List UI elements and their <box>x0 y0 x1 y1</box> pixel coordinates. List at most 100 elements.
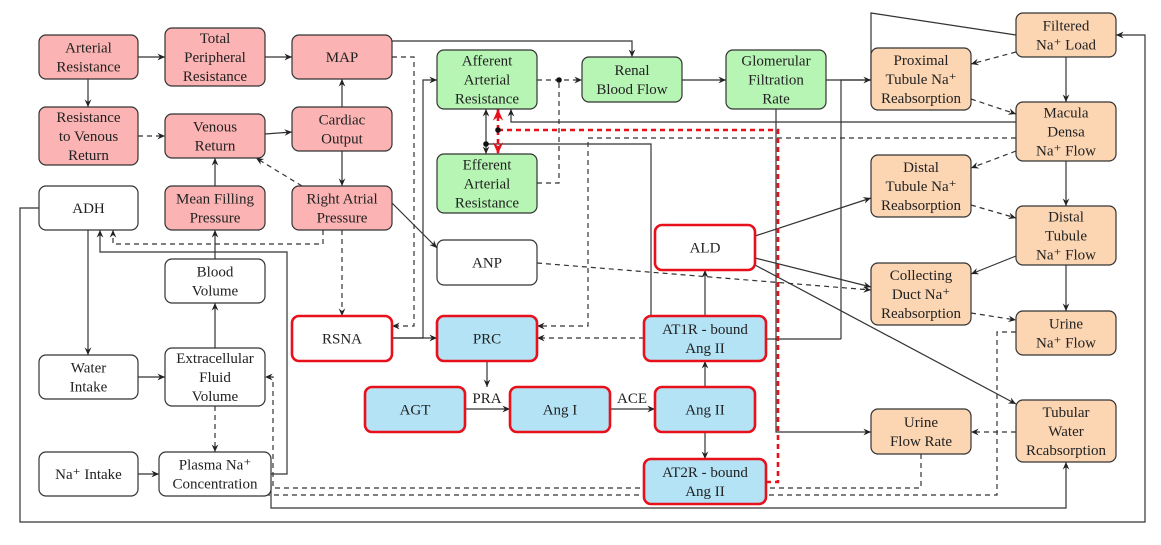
node-ecf-volume: Extracellular Fluid Volume <box>164 347 266 407</box>
node-label: Proximal <box>894 53 949 69</box>
node-urine-na: Urine Na⁺ Flow <box>1015 310 1117 356</box>
node-label: Tubule Na⁺ <box>885 179 956 195</box>
node-adh: ADH <box>38 185 139 231</box>
node-label: Peripheral <box>184 50 246 66</box>
edge-51 <box>970 204 1017 220</box>
edge-47 <box>970 51 1017 66</box>
node-label: Ang II <box>685 484 725 500</box>
edge-33 <box>775 109 871 436</box>
node-label: Efferent <box>463 158 513 174</box>
node-label: to Venous <box>59 129 118 145</box>
node-label: Ang II <box>685 403 725 419</box>
node-label: Urine <box>904 415 938 431</box>
node-ang2: Ang II <box>653 385 757 434</box>
node-label: Duct Na⁺ <box>892 287 950 303</box>
node-ald: ALD <box>653 223 757 272</box>
node-mean-filling-pressure: Mean Filling Pressure <box>164 185 266 231</box>
node-gfr: Glomerular Filtration Rate <box>725 49 827 110</box>
node-na-intake: Na⁺ Intake <box>38 451 139 497</box>
edge-label-ace: ACE <box>617 391 647 407</box>
node-label: RSNA <box>322 332 362 348</box>
edge-label-pra: PRA <box>472 391 501 407</box>
node-label: Rate <box>762 92 790 108</box>
node-filtered-na: Filtered Na⁺ Load <box>1015 12 1117 58</box>
node-water-intake: Water Intake <box>38 354 139 400</box>
node-plasma-na: Plasma Na⁺ Concentration <box>158 451 272 497</box>
junction-dot <box>495 127 501 133</box>
node-label: Urine <box>1049 317 1083 333</box>
edge-17 <box>109 230 324 245</box>
node-label: Na⁺ Intake <box>55 467 122 483</box>
node-label: Arterial <box>65 41 112 57</box>
edge-43 <box>754 257 872 289</box>
node-label: PRC <box>473 332 501 348</box>
node-label: Densa <box>1047 125 1085 141</box>
node-at2r: AT2R - bound Ang II <box>642 457 768 506</box>
node-label: AGT <box>400 403 431 419</box>
node-label: Afferent <box>462 54 513 70</box>
node-label: Distal <box>903 160 939 176</box>
node-label: MAP <box>326 50 359 66</box>
node-label: Water <box>71 361 106 377</box>
edge-54 <box>970 312 1017 323</box>
node-label: Output <box>321 132 364 148</box>
node-label: Plasma Na⁺ <box>179 458 252 474</box>
node-label: Total <box>200 31 231 47</box>
junction-dot <box>556 77 562 83</box>
node-macula-densa: Macula Densa Na⁺ Flow <box>1015 101 1117 162</box>
node-label: Extracellular <box>176 351 253 367</box>
edge-48 <box>970 98 1017 115</box>
node-label: Reabsorption <box>881 306 961 322</box>
node-label: Blood Flow <box>596 82 667 98</box>
node-label: Pressure <box>190 211 241 227</box>
node-label: Macula <box>1044 106 1089 122</box>
node-ang1: Ang I <box>508 385 612 434</box>
node-label: Water <box>1048 424 1083 440</box>
node-label: Return <box>195 139 236 155</box>
node-label: Right Atrial <box>306 192 377 208</box>
node-label: Venous <box>193 120 237 136</box>
node-distal-flow: Distal Tubule Na⁺ Flow <box>1015 205 1117 266</box>
node-agt: AGT <box>363 385 467 434</box>
node-label: ADH <box>72 201 105 217</box>
node-afferent: Afferent Arterial Resistance <box>436 49 538 110</box>
edge-25 <box>537 80 560 184</box>
edge-7 <box>255 157 303 187</box>
edge-49 <box>970 150 1017 169</box>
node-label: Distal <box>1048 210 1084 226</box>
node-label: Na⁺ Flow <box>1036 248 1096 264</box>
node-label: Resistance <box>455 196 519 212</box>
node-label: Ang I <box>543 403 578 419</box>
junction-dot <box>483 141 489 147</box>
node-label: Resistance <box>56 110 120 126</box>
node-label: ANP <box>472 256 502 272</box>
edge-4 <box>264 129 293 136</box>
node-right-atrial-pressure: Right Atrial Pressure <box>291 185 393 231</box>
node-label: Renal <box>615 63 650 79</box>
node-at1r: AT1R - bound Ang II <box>642 314 768 363</box>
node-label: Tubule Na⁺ <box>885 72 956 88</box>
node-label: Na⁺ Load <box>1036 38 1096 54</box>
edge-29 <box>507 109 1016 123</box>
node-label: Return <box>68 148 109 164</box>
node-label: Arterial <box>464 73 511 89</box>
node-label: Ang II <box>685 341 725 357</box>
node-renal-blood-flow: Renal Blood Flow <box>581 56 683 103</box>
node-arterial-resistance: Arterial Resistance <box>38 34 139 80</box>
node-label: Rcabsorption <box>1026 443 1106 459</box>
node-tubular-water: Tubular Water Rcabsorption <box>1015 399 1117 463</box>
node-label: Mean Filling <box>176 192 254 208</box>
node-efferent: Efferent Arterial Resistance <box>436 153 538 214</box>
node-label: Tubular <box>1043 405 1090 421</box>
edge-52 <box>970 255 1017 275</box>
node-label: Concentration <box>173 477 258 493</box>
physiology-flow-diagram: Arterial Resistance Total Peripheral Resista… <box>19 12 1146 523</box>
node-label: AT2R - bound <box>662 465 748 481</box>
node-label: Pressure <box>317 211 368 227</box>
node-collecting-duct: Collecting Duct Na⁺ Reabsorption <box>870 262 972 326</box>
node-map: MAP <box>291 34 393 80</box>
node-cardiac-output: Cardiac Output <box>291 106 393 152</box>
node-proximal: Proximal Tubule Na⁺ Reabsorption <box>870 47 972 111</box>
node-label: Volume <box>192 284 239 300</box>
node-label: Intake <box>70 380 108 396</box>
